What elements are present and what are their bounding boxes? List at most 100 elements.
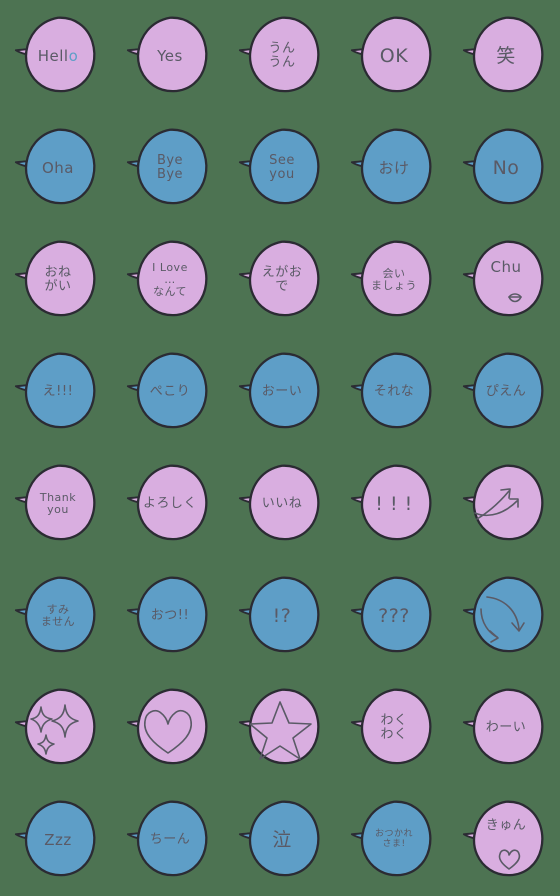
speech-bubble-sticker[interactable]: 笑 <box>461 13 547 99</box>
sticker-cell[interactable]: ぴえん <box>448 336 560 448</box>
sticker-cell[interactable]: Bye Bye <box>112 112 224 224</box>
speech-bubble-sticker[interactable]: わーい <box>461 685 547 771</box>
sticker-cell[interactable]: おつ!! <box>112 560 224 672</box>
bubble-body <box>136 800 208 877</box>
sticker-cell[interactable]: 泣 <box>224 784 336 896</box>
speech-bubble-sticker[interactable]: See you <box>237 125 323 211</box>
sticker-cell[interactable]: ちーん <box>112 784 224 896</box>
speech-bubble-sticker[interactable]: !? <box>237 573 323 659</box>
sticker-cell[interactable]: え!!! <box>0 336 112 448</box>
bubble-body <box>136 128 208 205</box>
speech-bubble-sticker[interactable]: No <box>461 125 547 211</box>
sticker-cell[interactable]: ??? <box>336 560 448 672</box>
speech-bubble-shape <box>126 352 208 429</box>
bubble-body <box>24 800 96 877</box>
sticker-cell[interactable]: Yes <box>112 0 224 112</box>
sticker-cell[interactable]: わく わく <box>336 672 448 784</box>
sticker-cell[interactable]: OK <box>336 0 448 112</box>
bubble-body <box>360 240 432 317</box>
speech-bubble-sticker[interactable]: 会い ましょう <box>349 237 435 323</box>
speech-bubble-sticker[interactable]: おね がい <box>13 237 99 323</box>
speech-bubble-sticker[interactable]: えがお で <box>237 237 323 323</box>
speech-bubble-sticker[interactable]: ぺこり <box>125 349 211 435</box>
speech-bubble-sticker[interactable]: きゅん <box>461 797 547 883</box>
bubble-body <box>360 576 432 653</box>
speech-bubble-sticker[interactable]: ぴえん <box>461 349 547 435</box>
speech-bubble-sticker[interactable]: おつ!! <box>125 573 211 659</box>
sticker-cell[interactable]: おつかれ さま! <box>336 784 448 896</box>
bubble-body <box>136 464 208 541</box>
speech-bubble-sticker[interactable]: うん うん <box>237 13 323 99</box>
speech-bubble-sticker[interactable]: Oha <box>13 125 99 211</box>
speech-bubble-sticker[interactable]: それな <box>349 349 435 435</box>
sticker-cell[interactable]: ぺこり <box>112 336 224 448</box>
speech-bubble-sticker[interactable]: 泣 <box>237 797 323 883</box>
sticker-cell[interactable] <box>224 672 336 784</box>
sticker-cell[interactable]: おーい <box>224 336 336 448</box>
speech-bubble-sticker[interactable]: Hello <box>13 13 99 99</box>
speech-bubble-sticker[interactable]: Zzz <box>13 797 99 883</box>
sticker-cell[interactable]: すみ ません <box>0 560 112 672</box>
sticker-cell[interactable]: See you <box>224 112 336 224</box>
speech-bubble-sticker[interactable] <box>125 685 211 771</box>
speech-bubble-sticker[interactable]: いいね <box>237 461 323 547</box>
sticker-cell[interactable]: いいね <box>224 448 336 560</box>
sticker-cell[interactable]: よろしく <box>112 448 224 560</box>
speech-bubble-sticker[interactable]: すみ ません <box>13 573 99 659</box>
sticker-cell[interactable]: !? <box>224 560 336 672</box>
speech-bubble-sticker[interactable]: OK <box>349 13 435 99</box>
speech-bubble-sticker[interactable] <box>13 685 99 771</box>
sticker-cell[interactable]: Thank you <box>0 448 112 560</box>
sticker-cell[interactable]: Zzz <box>0 784 112 896</box>
sticker-cell[interactable] <box>112 672 224 784</box>
sticker-cell[interactable]: ! ! ! <box>336 448 448 560</box>
sticker-cell[interactable] <box>448 448 560 560</box>
bubble-body <box>24 128 96 205</box>
speech-bubble-shape <box>350 576 432 653</box>
bubble-body <box>248 800 320 877</box>
speech-bubble-sticker[interactable]: Chu <box>461 237 547 323</box>
sticker-cell[interactable]: えがお で <box>224 224 336 336</box>
speech-bubble-shape <box>14 352 96 429</box>
bubble-body <box>248 352 320 429</box>
sticker-cell[interactable]: No <box>448 112 560 224</box>
sticker-cell[interactable]: 笑 <box>448 0 560 112</box>
sticker-cell[interactable]: 会い ましょう <box>336 224 448 336</box>
sticker-cell[interactable]: うん うん <box>224 0 336 112</box>
sticker-cell[interactable]: おけ <box>336 112 448 224</box>
speech-bubble-sticker[interactable]: ちーん <box>125 797 211 883</box>
sticker-cell[interactable]: I Love … なんて <box>112 224 224 336</box>
speech-bubble-sticker[interactable]: おつかれ さま! <box>349 797 435 883</box>
bubble-body <box>24 240 96 317</box>
sticker-cell[interactable]: Chu <box>448 224 560 336</box>
speech-bubble-sticker[interactable]: おーい <box>237 349 323 435</box>
speech-bubble-shape <box>350 688 432 765</box>
speech-bubble-sticker[interactable]: ??? <box>349 573 435 659</box>
speech-bubble-sticker[interactable]: Yes <box>125 13 211 99</box>
speech-bubble-sticker[interactable]: え!!! <box>13 349 99 435</box>
speech-bubble-sticker[interactable]: ! ! ! <box>349 461 435 547</box>
speech-bubble-sticker[interactable]: おけ <box>349 125 435 211</box>
sticker-cell[interactable] <box>0 672 112 784</box>
sticker-cell[interactable]: Hello <box>0 0 112 112</box>
sticker-cell[interactable]: それな <box>336 336 448 448</box>
speech-bubble-sticker[interactable]: I Love … なんて <box>125 237 211 323</box>
speech-bubble-sticker[interactable]: よろしく <box>125 461 211 547</box>
speech-bubble-shape <box>126 16 208 93</box>
sticker-cell[interactable]: Oha <box>0 112 112 224</box>
speech-bubble-shape <box>462 800 544 877</box>
sticker-cell[interactable]: わーい <box>448 672 560 784</box>
sticker-cell[interactable]: おね がい <box>0 224 112 336</box>
sticker-cell[interactable] <box>448 560 560 672</box>
sticker-cell[interactable]: きゅん <box>448 784 560 896</box>
speech-bubble-shape <box>350 240 432 317</box>
speech-bubble-shape <box>350 800 432 877</box>
speech-bubble-sticker[interactable]: Thank you <box>13 461 99 547</box>
speech-bubble-sticker[interactable] <box>461 573 547 659</box>
speech-bubble-sticker[interactable]: わく わく <box>349 685 435 771</box>
speech-bubble-sticker[interactable]: Bye Bye <box>125 125 211 211</box>
speech-bubble-sticker[interactable] <box>237 685 323 771</box>
speech-bubble-shape <box>462 240 544 317</box>
speech-bubble-sticker[interactable] <box>461 461 547 547</box>
bubble-body <box>24 352 96 429</box>
